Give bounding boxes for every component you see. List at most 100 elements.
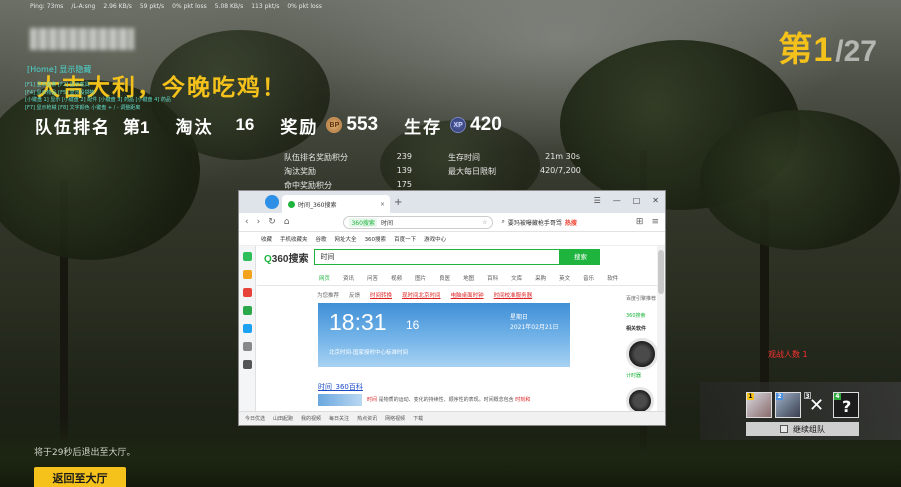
result-snippet: 时间 是物质的运动、变化的持续性、顺序性的表现。时间概念包含 时刻和 xyxy=(367,396,567,403)
download-rate: 2.96 KB/s xyxy=(103,3,132,10)
timer-app-icon[interactable] xyxy=(626,338,658,370)
status-item[interactable]: 每日关注 xyxy=(329,415,349,422)
browser-tab[interactable]: 时间_360搜索 × xyxy=(282,195,390,213)
bookmark-item[interactable]: 手机收藏夹 xyxy=(280,235,308,243)
new-tab-button[interactable]: + xyxy=(394,197,402,208)
suggest-link[interactable]: 电脑桌面时钟 xyxy=(451,291,484,299)
suggest-link[interactable]: 现时间北京时间 xyxy=(402,291,441,299)
xp-value: 420 xyxy=(470,114,502,135)
sidebar-more-icon[interactable] xyxy=(242,342,252,351)
status-item[interactable]: 热点资讯 xyxy=(357,415,377,422)
home-icon[interactable]: ⌂ xyxy=(284,217,290,227)
search-icon: ⌕ xyxy=(501,218,505,225)
browser-window[interactable]: 时间_360搜索 × + ☰ — □ ✕ ‹ › ↻ ⌂ 360搜索 时间 ☆ … xyxy=(238,190,666,426)
search-logo[interactable]: Q360搜索 xyxy=(264,250,308,265)
browser-statusbar: 今日优选 山田起跑 我的视频 每日关注 热点资讯 网络视频 下载 xyxy=(239,411,665,425)
logo-prefix: Q xyxy=(264,253,272,265)
sidebar-green-icon[interactable] xyxy=(242,306,252,315)
snippet-keyword: 时刻和 xyxy=(515,397,531,403)
close-window-icon[interactable]: ✕ xyxy=(652,196,659,205)
reward-details: 队伍排名奖励积分 239 生存时间 21m 30s 淘汰奖励 139 最大每日限… xyxy=(284,152,581,191)
minimize-icon[interactable]: — xyxy=(613,196,621,205)
news-text: 要玛被曝藏枪手哥骂 xyxy=(507,219,562,227)
bookmark-item[interactable]: 网址大全 xyxy=(335,235,357,243)
suggest-label: 为您推荐 xyxy=(317,293,340,299)
player-name-blurred xyxy=(30,28,134,50)
exit-countdown: 将于29秒后退出至大厅。 xyxy=(34,448,136,458)
bookmark-item[interactable]: 游戏中心 xyxy=(424,235,446,243)
snippet-text: 是物质的运动、变化的持续性、顺序性的表现。时间概念包含 xyxy=(378,397,514,403)
download-loss: 0% pkt loss xyxy=(172,3,207,10)
menu-icon[interactable]: ☰ xyxy=(594,196,601,205)
debug-line: [F1] 显示血条 [F2] 显示载具 xyxy=(25,82,90,88)
scrollbar[interactable] xyxy=(657,246,665,411)
suggest-link[interactable]: 时间转换 xyxy=(370,291,392,299)
more-icon[interactable]: ≡ xyxy=(651,217,659,227)
teammate-slot[interactable]: 2 xyxy=(775,392,801,418)
clock-widget: 18:31 16 星期日 2021年02月21日 北京时间-国家授时中心标准时间 xyxy=(318,303,570,367)
status-item[interactable]: 网络视频 xyxy=(385,415,405,422)
address-bar[interactable]: 360搜索 时间 ☆ xyxy=(343,215,494,229)
team-rank-label: 队伍排名 xyxy=(35,117,111,137)
teammate-slot[interactable]: 1 xyxy=(746,392,772,418)
suggest-link[interactable]: 时间校准服务器 xyxy=(494,291,533,299)
server-text: /L-A:sng xyxy=(71,3,96,10)
clock-weekday: 星期日 xyxy=(510,314,529,321)
search-button[interactable]: 搜索 xyxy=(560,249,601,265)
bookmark-star-icon[interactable]: ☆ xyxy=(482,219,487,226)
clock-seconds: 16 xyxy=(406,318,420,332)
detail-value: 21m 30s xyxy=(545,152,580,161)
browser-logo-icon[interactable] xyxy=(265,195,279,209)
news-ticker[interactable]: ⌕ 要玛被曝藏枪手哥骂 热搜 xyxy=(501,218,576,227)
maximize-icon[interactable]: □ xyxy=(633,196,641,205)
scrollbar-thumb[interactable] xyxy=(658,250,664,294)
tree-canopy xyxy=(700,110,900,250)
favicon-icon xyxy=(288,200,295,208)
rank-total: /27 xyxy=(835,35,877,68)
status-item[interactable]: 今日优选 xyxy=(245,415,265,422)
window-controls: ☰ — □ ✕ xyxy=(594,196,659,205)
detail-label: 生存时间 xyxy=(448,153,480,162)
checkbox-icon[interactable] xyxy=(780,425,788,433)
bookmark-item[interactable]: 360搜索 xyxy=(365,235,387,243)
result-title-link[interactable]: 时间_360百科 xyxy=(318,382,363,392)
sidebar-app-icon[interactable] xyxy=(242,252,252,261)
status-item[interactable]: 下载 xyxy=(413,415,423,422)
clock-source: 北京时间-国家授时中心标准时间 xyxy=(329,350,408,356)
sidebar-star-icon[interactable] xyxy=(242,270,252,279)
refresh-icon[interactable]: ↻ xyxy=(268,217,276,227)
upload-rate: 5.08 KB/s xyxy=(214,3,244,10)
page-content: Q360搜索 时间 搜索 网页 资讯 问答 视频 图片 良医 地图 百科 文库 … xyxy=(257,246,658,415)
bookmarks-bar: 收藏 手机收藏夹 谷歌 网址大全 360搜索 百度一下 游戏中心 xyxy=(239,232,665,246)
bookmark-item[interactable]: 谷歌 xyxy=(316,235,327,243)
sidebar-settings-icon[interactable] xyxy=(242,360,252,369)
teammate-slot[interactable]: 3 ✕ xyxy=(804,392,830,418)
teammate-slot[interactable]: 4 ? xyxy=(833,392,859,418)
apps-icon[interactable]: ⊞ xyxy=(636,217,644,227)
close-tab-icon[interactable]: × xyxy=(380,201,385,208)
feedback-link[interactable]: 反馈 xyxy=(349,291,360,299)
forward-icon[interactable]: › xyxy=(257,217,261,227)
reward-label: 奖励 xyxy=(280,117,319,137)
return-lobby-button[interactable]: 返回至大厅 xyxy=(34,467,126,487)
back-icon[interactable]: ‹ xyxy=(245,217,249,227)
status-item[interactable]: 我的视频 xyxy=(301,415,321,422)
continue-team-button[interactable]: 继续组队 xyxy=(746,422,859,436)
status-item[interactable]: 山田起跑 xyxy=(273,415,293,422)
bookmark-item[interactable]: 百度一下 xyxy=(394,235,416,243)
search-input[interactable]: 时间 xyxy=(314,249,561,265)
debug-line: [F4] 显示物品 [F5] 显示投掷物 xyxy=(25,89,95,96)
network-stats: Ping: 73ms /L-A:sng 2.96 KB/s 59 pkt/s 0… xyxy=(30,3,322,10)
result-thumbnail[interactable] xyxy=(318,394,362,406)
match-stats: 队伍排名 第1 淘汰 16 奖励 BP 553 生存 XP 420 xyxy=(35,113,502,137)
hot-badge: 热搜 xyxy=(564,219,577,227)
bookmark-item[interactable]: 收藏 xyxy=(261,235,272,243)
survive-label: 生存 xyxy=(404,117,443,137)
sidebar-blue-icon[interactable] xyxy=(242,324,252,333)
clock-time: 18:31 xyxy=(329,309,387,335)
browser-tabbar: 时间_360搜索 × + ☰ — □ ✕ xyxy=(239,191,665,213)
bp-icon: BP xyxy=(326,117,343,133)
sidebar-weibo-icon[interactable] xyxy=(242,288,252,297)
browser-sidebar xyxy=(239,246,256,411)
slot-number: 4 xyxy=(834,393,841,400)
